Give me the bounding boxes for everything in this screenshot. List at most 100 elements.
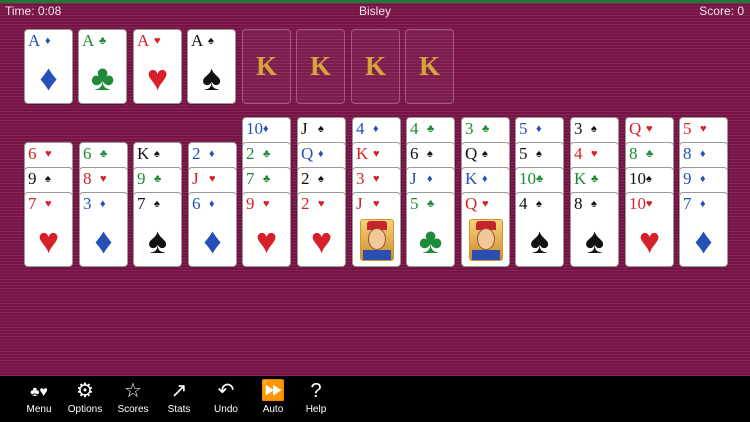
card-2-of-hearts[interactable]: 2 ♥ ♥	[297, 192, 346, 267]
fast-forward-icon: ⏩	[260, 380, 286, 402]
stats-button[interactable]: ↗ Stats	[156, 378, 202, 420]
hearts-pip-icon: ♥	[255, 220, 278, 261]
spades-suit-icon: ♠	[318, 173, 324, 185]
scores-button[interactable]: ☆ Scores	[110, 378, 156, 420]
hearts-pip-icon: ♥	[37, 220, 60, 261]
hearts-suit-icon: ♥	[373, 198, 380, 210]
spades-suit-icon: ♠	[536, 148, 542, 160]
spades-suit-icon: ♠	[536, 198, 542, 210]
clubs-suit-icon: ♣	[646, 148, 654, 160]
clubs-pip-icon: ♣	[418, 220, 443, 261]
card-rank: 2	[301, 194, 310, 213]
card-rank: 6	[192, 194, 201, 213]
bottom-toolbar: ♣♥ Menu ⚙ Options ☆ Scores ↗ Stats ↶ Undo ⏩ Auto? He…	[0, 376, 750, 422]
king-foundation-slot[interactable]: K	[405, 29, 454, 104]
clubs-suit-icon: ♣	[99, 35, 107, 47]
card-7-of-hearts[interactable]: 7 ♥ ♥	[24, 192, 73, 267]
card-5-of-clubs[interactable]: 5 ♣ ♣	[406, 192, 455, 267]
card-rank: 7	[683, 194, 692, 213]
foundation-ace-spades[interactable]: A ♠ ♠	[187, 29, 236, 104]
diamonds-suit-icon: ♦	[263, 123, 269, 135]
card-rank: 5	[519, 119, 528, 138]
card-q-of-hearts[interactable]: Q ♥	[461, 192, 510, 267]
foundation-ace-hearts[interactable]: A ♥ ♥	[133, 29, 182, 104]
card-rank: 6	[410, 144, 419, 163]
spades-suit-icon: ♠	[591, 198, 597, 210]
hearts-suit-icon: ♥	[591, 148, 598, 160]
card-8-of-spades[interactable]: 8 ♠ ♠	[570, 192, 619, 267]
spades-suit-icon: ♠	[45, 173, 51, 185]
king-foundation-slot[interactable]: K	[296, 29, 345, 104]
spades-pip-icon: ♠	[147, 220, 168, 261]
foundation-ace-clubs[interactable]: A ♣ ♣	[78, 29, 127, 104]
card-rank: A	[137, 31, 150, 50]
toolbar-label: Stats	[167, 404, 191, 415]
toolbar-label: Undo	[214, 404, 238, 415]
diamonds-suit-icon: ♦	[209, 198, 215, 210]
hearts-suit-icon: ♥	[482, 198, 489, 210]
help-button[interactable]: ? Help	[293, 378, 339, 420]
spades-pip-icon: ♠	[201, 57, 222, 98]
card-rank: A	[191, 31, 204, 50]
diamonds-suit-icon: ♦	[100, 198, 106, 210]
court-figure-icon	[469, 219, 503, 261]
card-rank: 3	[465, 119, 474, 138]
court-figure-icon	[360, 219, 394, 261]
diamonds-suit-icon: ♦	[427, 173, 433, 185]
clubs-suit-icon: ♣	[100, 148, 108, 160]
card-rank: 2	[192, 144, 201, 163]
diamonds-suit-icon: ♦	[700, 148, 706, 160]
card-3-of-diamonds[interactable]: 3 ♦ ♦	[79, 192, 128, 267]
foundation-ace-diamonds[interactable]: A ♦ ♦	[24, 29, 73, 104]
card-rank: 9	[137, 169, 146, 188]
hearts-suit-icon: ♥	[154, 35, 161, 47]
undo-icon: ↶	[217, 380, 235, 402]
card-4-of-spades[interactable]: 4 ♠ ♠	[515, 192, 564, 267]
card-rank: 10	[629, 169, 646, 188]
clubs-pip-icon: ♣	[90, 57, 115, 98]
toolbar-label: Scores	[117, 404, 149, 415]
diamonds-suit-icon: ♦	[482, 173, 488, 185]
hearts-suit-icon: ♥	[700, 123, 707, 135]
card-j-of-hearts[interactable]: J ♥	[352, 192, 401, 267]
gears-icon: ⚙	[76, 380, 94, 402]
card-rank: 4	[410, 119, 419, 138]
hearts-suit-icon: ♥	[263, 198, 270, 210]
card-rank: 5	[410, 194, 419, 213]
card-rank: K	[574, 169, 587, 188]
clubs-suit-icon: ♣	[263, 173, 271, 185]
hearts-suit-icon: ♥	[646, 198, 653, 210]
diamonds-suit-icon: ♦	[700, 198, 706, 210]
card-7-of-spades[interactable]: 7 ♠ ♠	[133, 192, 182, 267]
score-display: Score: 0	[699, 4, 744, 18]
king-foundation-slot[interactable]: K	[351, 29, 400, 104]
options-button[interactable]: ⚙ Options	[62, 378, 108, 420]
undo-button[interactable]: ↶ Undo	[203, 378, 249, 420]
card-rank: 8	[574, 194, 583, 213]
toolbar-label: Help	[305, 404, 327, 415]
card-rank: 10	[246, 119, 263, 138]
game-title: Bisley	[358, 4, 391, 18]
card-rank: 2	[301, 169, 310, 188]
card-rank: K	[465, 169, 478, 188]
auto-button[interactable]: ⏩ Auto	[250, 378, 296, 420]
card-rank: Q	[465, 194, 478, 213]
card-rank: A	[82, 31, 95, 50]
card-rank: K	[137, 144, 150, 163]
card-10-of-hearts[interactable]: 10 ♥ ♥	[625, 192, 674, 267]
king-foundation-slot[interactable]: K	[242, 29, 291, 104]
card-6-of-diamonds[interactable]: 6 ♦ ♦	[188, 192, 237, 267]
card-rank: Q	[301, 144, 314, 163]
hearts-suit-icon: ♥	[373, 148, 380, 160]
star-icon: ☆	[124, 380, 142, 402]
card-7-of-diamonds[interactable]: 7 ♦ ♦	[679, 192, 728, 267]
card-9-of-hearts[interactable]: 9 ♥ ♥	[242, 192, 291, 267]
card-rank: 4	[519, 194, 528, 213]
diamonds-pip-icon: ♦	[94, 220, 113, 261]
card-rank: J	[356, 194, 363, 213]
menu-button[interactable]: ♣♥ Menu	[16, 378, 62, 420]
spades-suit-icon: ♠	[646, 173, 652, 185]
toolbar-label: Options	[67, 404, 103, 415]
card-rank: 5	[683, 119, 692, 138]
clubs-suit-icon: ♣	[536, 173, 544, 185]
